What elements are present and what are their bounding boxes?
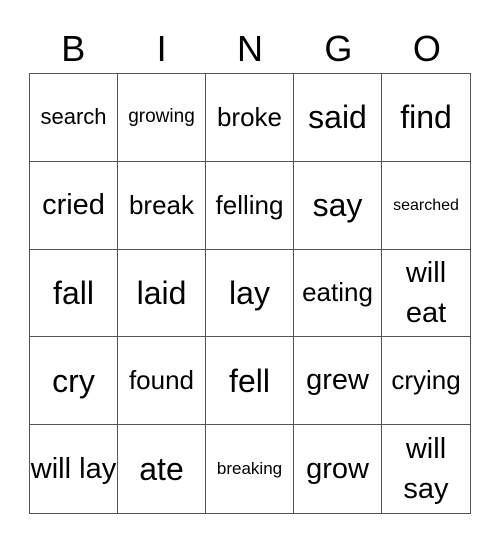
- header-letter-i: I: [156, 28, 167, 69]
- header-letter-b: B: [61, 28, 86, 69]
- bingo-cell[interactable]: eating: [294, 249, 382, 338]
- bingo-cell[interactable]: fall: [30, 249, 118, 338]
- bingo-cell[interactable]: search: [30, 74, 118, 162]
- bingo-cell[interactable]: cry: [30, 337, 118, 426]
- bingo-cell[interactable]: searched: [382, 162, 470, 250]
- bingo-cell[interactable]: will lay: [30, 425, 118, 513]
- bingo-cell[interactable]: will say: [382, 425, 470, 513]
- bingo-cell[interactable]: break: [118, 161, 206, 250]
- bingo-cell[interactable]: broke: [206, 74, 294, 162]
- bingo-cell[interactable]: grew: [294, 337, 382, 426]
- bingo-card-grid: search growing broke said find cried bre…: [29, 73, 471, 514]
- bingo-cell[interactable]: say: [294, 161, 382, 250]
- bingo-cell[interactable]: cried: [30, 161, 118, 250]
- bingo-cell[interactable]: fell: [206, 337, 294, 426]
- bingo-cell[interactable]: found: [118, 337, 206, 426]
- bingo-cell[interactable]: find: [382, 74, 470, 162]
- bingo-cell[interactable]: crying: [382, 337, 470, 426]
- bingo-cell[interactable]: said: [294, 74, 382, 162]
- bingo-cell[interactable]: laid: [118, 249, 206, 338]
- bingo-cell[interactable]: breaking: [206, 425, 294, 513]
- bingo-cell[interactable]: lay: [206, 249, 294, 338]
- header-letter-o: O: [412, 28, 441, 69]
- header-letter-n: N: [237, 28, 264, 69]
- header-letter-g: G: [324, 28, 353, 69]
- bingo-cell[interactable]: felling: [206, 161, 294, 250]
- bingo-cell[interactable]: ate: [118, 425, 206, 513]
- bingo-header: B I N G O: [29, 26, 471, 72]
- bingo-cell[interactable]: growing: [118, 74, 206, 162]
- bingo-cell[interactable]: grow: [294, 425, 382, 513]
- bingo-cell[interactable]: will eat: [382, 250, 470, 338]
